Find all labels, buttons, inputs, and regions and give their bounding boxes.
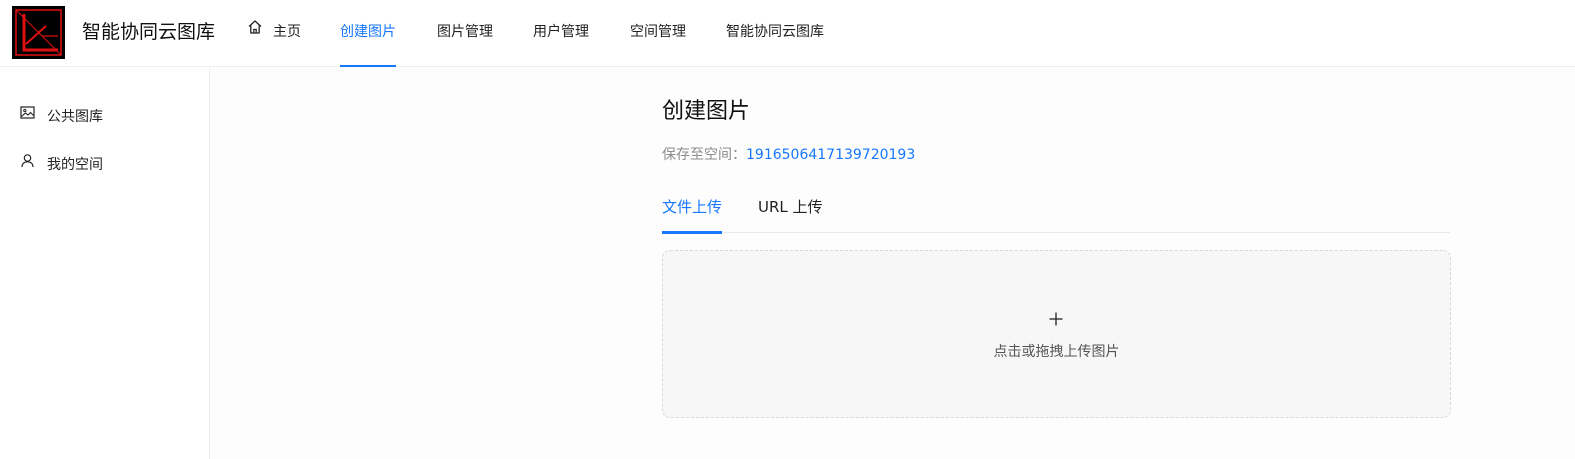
top-header: 智能协同云图库 主页 创建图片 图片管理 用户管理 空间管理 智能协同云图库 — [0, 0, 1575, 67]
upload-hint: 点击或拖拽上传图片 — [993, 344, 1120, 360]
space-label: 保存至空间： — [662, 147, 746, 163]
nav-item-image-management[interactable]: 图片管理 — [437, 0, 493, 67]
image-icon — [20, 104, 35, 128]
home-icon — [247, 0, 263, 63]
logo[interactable] — [12, 6, 65, 59]
upload-dropzone[interactable]: 点击或拖拽上传图片 — [662, 250, 1451, 418]
nav-item-create-image[interactable]: 创建图片 — [340, 0, 396, 67]
nav-label: 图片管理 — [437, 24, 493, 40]
nav-item-space-management[interactable]: 空间管理 — [630, 0, 686, 67]
sidebar: 公共图库 我的空间 — [0, 67, 210, 459]
nav-label: 智能协同云图库 — [726, 24, 824, 40]
save-to-space: 保存至空间：1916506417139720193 — [662, 144, 915, 166]
sidebar-item-label: 我的空间 — [47, 157, 103, 173]
sidebar-item-my-space[interactable]: 我的空间 — [20, 153, 103, 177]
page-title: 创建图片 — [662, 99, 751, 124]
nav-item-user-management[interactable]: 用户管理 — [533, 0, 589, 67]
app-title: 智能协同云图库 — [82, 21, 216, 43]
sidebar-item-label: 公共图库 — [47, 109, 103, 125]
logo-mark-icon — [15, 9, 62, 56]
nav-item-home[interactable]: 主页 — [247, 0, 301, 67]
user-icon — [20, 152, 35, 176]
sidebar-item-public-gallery[interactable]: 公共图库 — [20, 105, 103, 129]
plus-icon — [1049, 311, 1063, 326]
nav-label: 用户管理 — [533, 24, 589, 40]
nav-label: 创建图片 — [340, 24, 396, 40]
nav-item-app-link[interactable]: 智能协同云图库 — [726, 0, 824, 67]
tab-url-upload[interactable]: URL 上传 — [758, 190, 823, 233]
space-id-link[interactable]: 1916506417139720193 — [746, 147, 915, 163]
nav-label: 空间管理 — [630, 24, 686, 40]
tab-file-upload[interactable]: 文件上传 — [662, 190, 723, 234]
nav-label: 主页 — [273, 24, 301, 40]
upload-tabs: 文件上传 URL 上传 — [662, 190, 1450, 234]
